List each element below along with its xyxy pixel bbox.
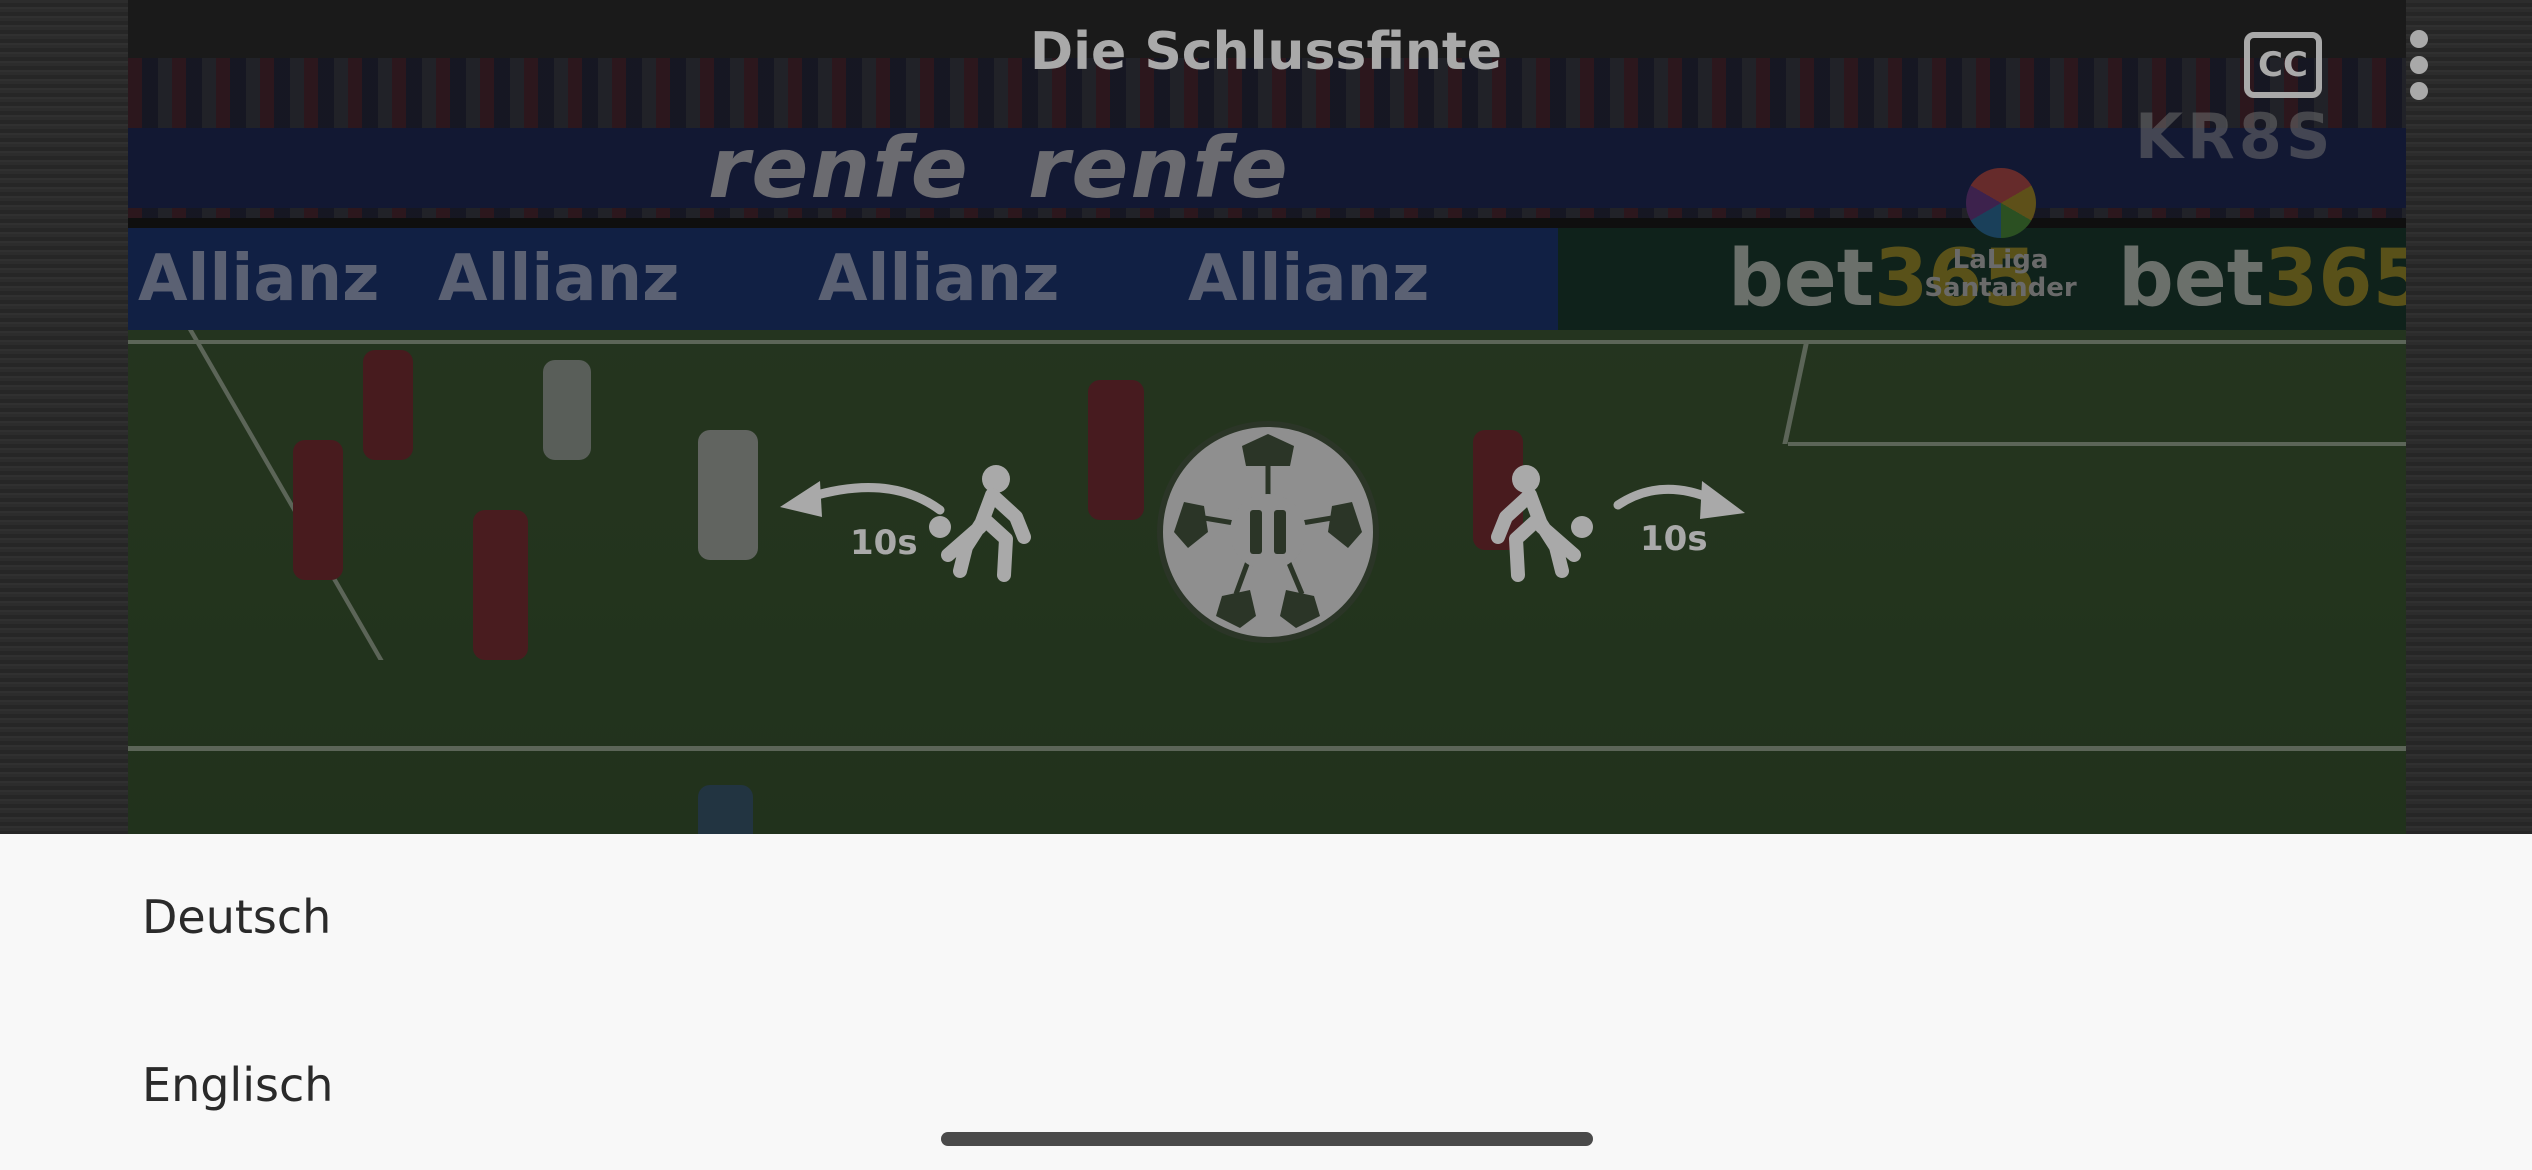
rewind-label: 10s <box>850 523 918 563</box>
language-option-deutsch[interactable]: Deutsch <box>142 890 331 944</box>
home-indicator[interactable] <box>941 1132 1593 1146</box>
pause-button[interactable] <box>1156 420 1380 644</box>
channel-watermark: KR8S <box>2135 100 2335 173</box>
rewind-arrow-icon <box>780 465 1031 582</box>
forward-label: 10s <box>1640 519 1708 559</box>
rewind-10s-button[interactable]: 10s <box>770 455 1070 605</box>
language-option-englisch[interactable]: Englisch <box>142 1058 333 1112</box>
forward-10s-button[interactable]: 10s <box>1460 455 1760 605</box>
closed-captions-button[interactable]: CC <box>2244 32 2322 98</box>
forward-arrow-icon <box>1491 465 1745 582</box>
background-wall-right <box>2406 0 2532 834</box>
more-options-icon[interactable] <box>2404 30 2434 108</box>
soccer-ball-pause-icon <box>1157 421 1379 643</box>
video-player[interactable]: renfe renfe Allianz Allianz Allianz Alli… <box>0 0 2532 834</box>
background-wall-left <box>0 0 128 834</box>
video-title: Die Schlussfinte <box>1029 22 1503 82</box>
